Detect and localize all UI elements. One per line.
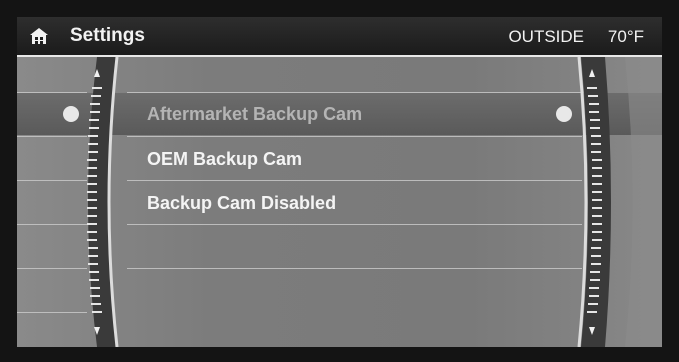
row-divider [127,136,582,137]
row-divider [17,180,87,181]
row-divider [17,136,87,137]
row-divider [17,268,87,269]
header-bar: Settings OUTSIDE 70°F [17,17,662,57]
row-divider [17,224,87,225]
right-scroll-rail[interactable] [565,57,662,347]
display-bezel: Settings OUTSIDE 70°F Aftermarket Backup… [0,0,679,362]
menu-item-oem-backup-cam[interactable]: OEM Backup Cam [147,149,302,170]
row-divider [17,312,87,313]
home-icon[interactable] [29,27,49,45]
menu-item-backup-cam-disabled[interactable]: Backup Cam Disabled [147,193,336,214]
selection-indicator-left [63,106,79,122]
outside-temp: 70°F [607,27,644,46]
row-divider [127,180,582,181]
page-title: Settings [70,25,145,46]
right-edge-panel [625,57,662,347]
row-divider [127,224,582,225]
row-divider [127,268,582,269]
display-screen: Settings OUTSIDE 70°F Aftermarket Backup… [17,17,662,347]
left-scroll-rail[interactable] [79,57,139,347]
outside-label: OUTSIDE [508,27,584,46]
menu-item-aftermarket-backup-cam[interactable]: Aftermarket Backup Cam [147,104,362,125]
